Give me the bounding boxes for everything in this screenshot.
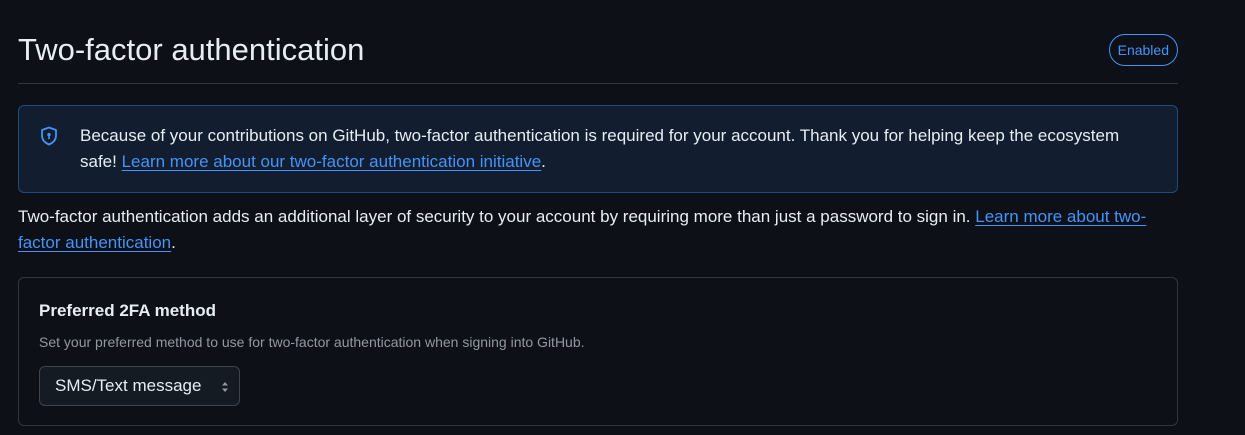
preferred-method-description: Set your preferred method to use for two…	[39, 334, 585, 350]
info-notice: Because of your contributions on GitHub,…	[18, 105, 1178, 193]
two-factor-description: Two-factor authentication adds an additi…	[18, 204, 1183, 256]
page-title: Two-factor authentication	[18, 32, 365, 67]
preferred-method-title: Preferred 2FA method	[39, 301, 216, 320]
section-header: Two-factor authentication Enabled	[18, 26, 1178, 84]
select-arrows-icon	[222, 382, 228, 392]
shield-lock-icon	[41, 126, 57, 146]
preferred-method-selected-value: SMS/Text message	[55, 376, 202, 395]
description-suffix: .	[171, 233, 176, 252]
notice-text: Because of your contributions on GitHub,…	[80, 123, 1150, 175]
notice-suffix: .	[541, 152, 546, 171]
status-badge: Enabled	[1108, 34, 1178, 66]
initiative-learn-more-link[interactable]: Learn more about our two-factor authenti…	[122, 152, 542, 171]
preferred-method-card: Preferred 2FA method Set your preferred …	[18, 277, 1178, 426]
preferred-method-select[interactable]: SMS/Text message	[39, 366, 240, 406]
description-text: Two-factor authentication adds an additi…	[18, 207, 976, 226]
